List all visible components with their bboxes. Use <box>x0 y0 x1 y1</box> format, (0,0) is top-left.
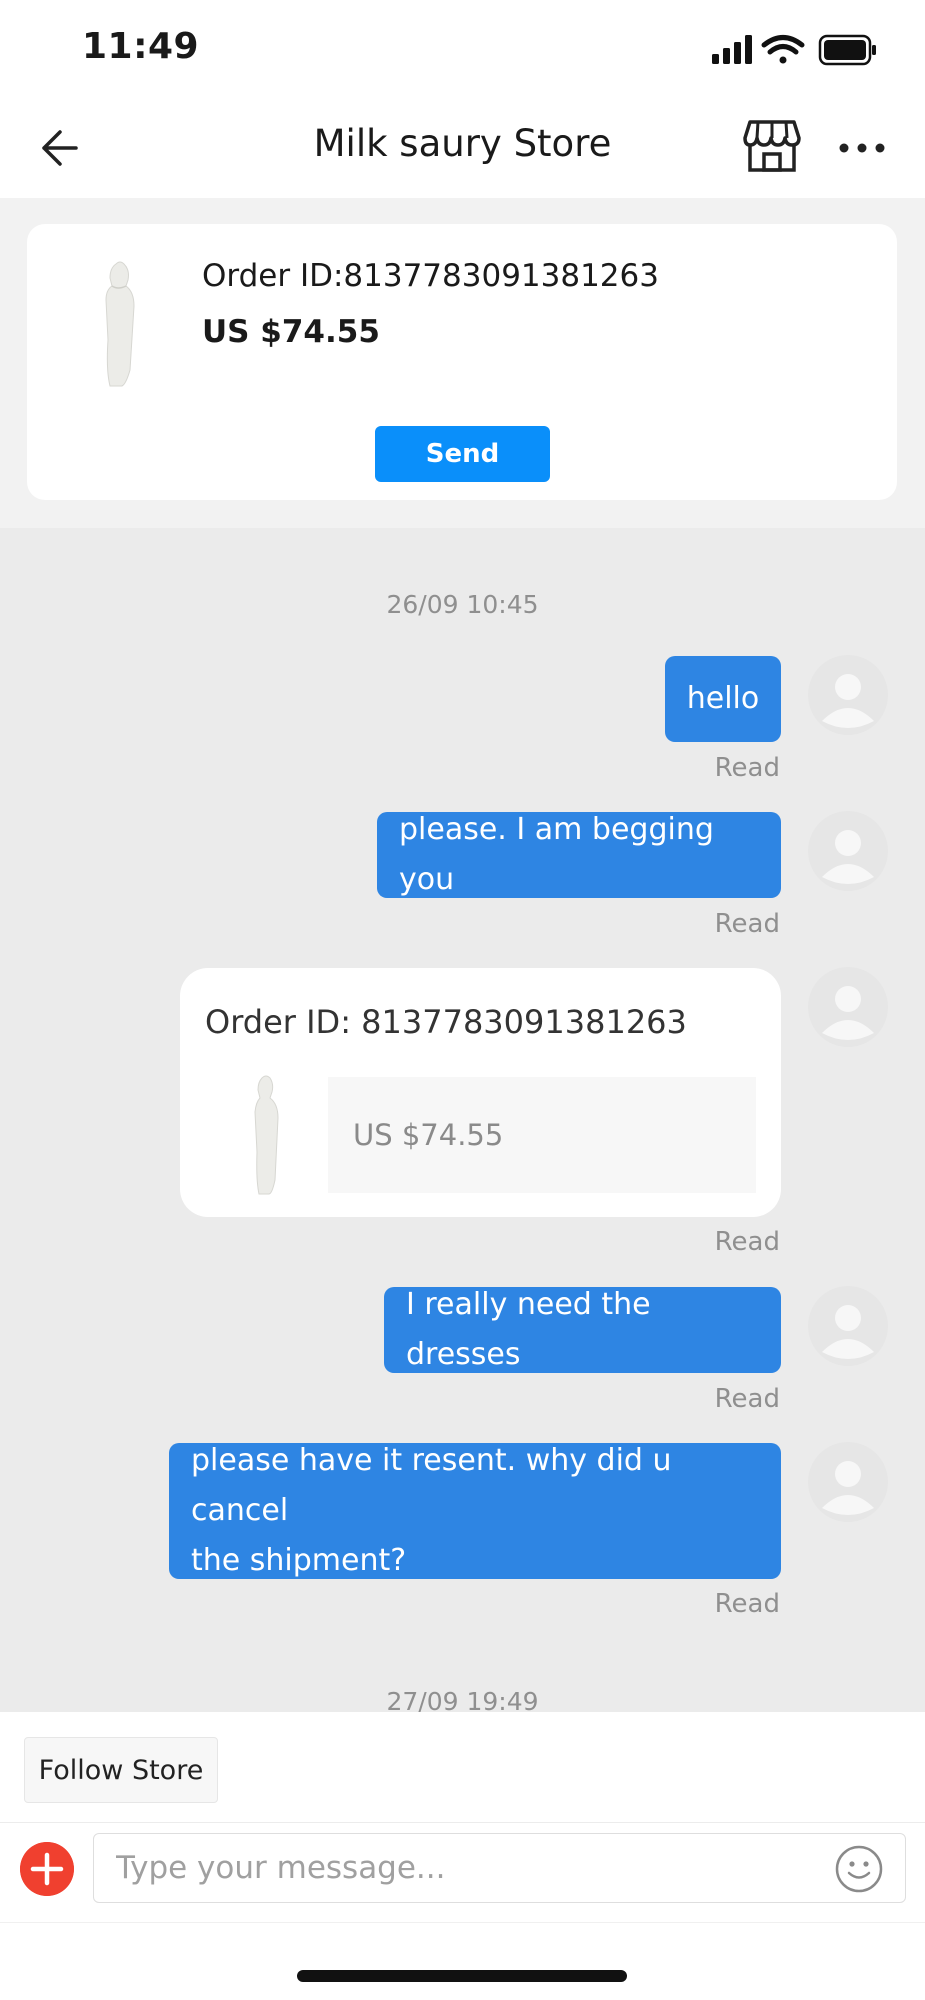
avatar-icon <box>808 1286 888 1366</box>
follow-store-button[interactable]: Follow Store <box>24 1737 218 1803</box>
read-status: Read <box>714 1384 780 1414</box>
chat-timestamp: 26/09 10:45 <box>386 590 539 619</box>
message-bubble[interactable]: please have it resent. why did u cancel … <box>169 1443 781 1579</box>
wifi-icon <box>761 35 805 64</box>
message-line: the shipment? <box>191 1543 407 1578</box>
status-time: 11:49 <box>82 26 200 67</box>
cellular-signal-icon <box>712 35 752 64</box>
add-attachment-icon[interactable] <box>20 1842 74 1896</box>
status-icons <box>712 34 876 66</box>
more-options-icon[interactable] <box>834 130 890 166</box>
store-icon[interactable] <box>742 118 802 174</box>
divider <box>0 1822 925 1823</box>
read-status: Read <box>714 1589 780 1619</box>
product-thumbnail <box>105 261 135 387</box>
emoji-icon[interactable] <box>834 1844 884 1894</box>
read-status: Read <box>714 1227 780 1257</box>
message-bubble[interactable]: please. I am begging you <box>377 812 781 898</box>
order-id: Order ID:8137783091381263 <box>202 258 659 294</box>
read-status: Read <box>714 909 780 939</box>
message-line: please have it resent. why did u cancel <box>191 1443 672 1528</box>
message-bubble[interactable]: I really need the dresses <box>384 1287 781 1373</box>
battery-icon <box>818 34 876 66</box>
avatar-icon <box>808 811 888 891</box>
product-thumbnail <box>254 1075 279 1195</box>
order-message-price: US $74.55 <box>353 1118 504 1152</box>
message-input[interactable] <box>93 1833 906 1903</box>
divider <box>0 1922 925 1923</box>
home-indicator <box>297 1970 627 1982</box>
avatar-icon <box>808 1442 888 1522</box>
message-bubble[interactable]: hello <box>665 656 781 742</box>
read-status: Read <box>714 753 780 783</box>
send-order-button[interactable]: Send <box>375 426 550 482</box>
order-message-id: Order ID: 8137783091381263 <box>205 1003 687 1041</box>
avatar-icon <box>808 655 888 735</box>
order-price: US $74.55 <box>202 314 380 350</box>
avatar-icon <box>808 967 888 1047</box>
